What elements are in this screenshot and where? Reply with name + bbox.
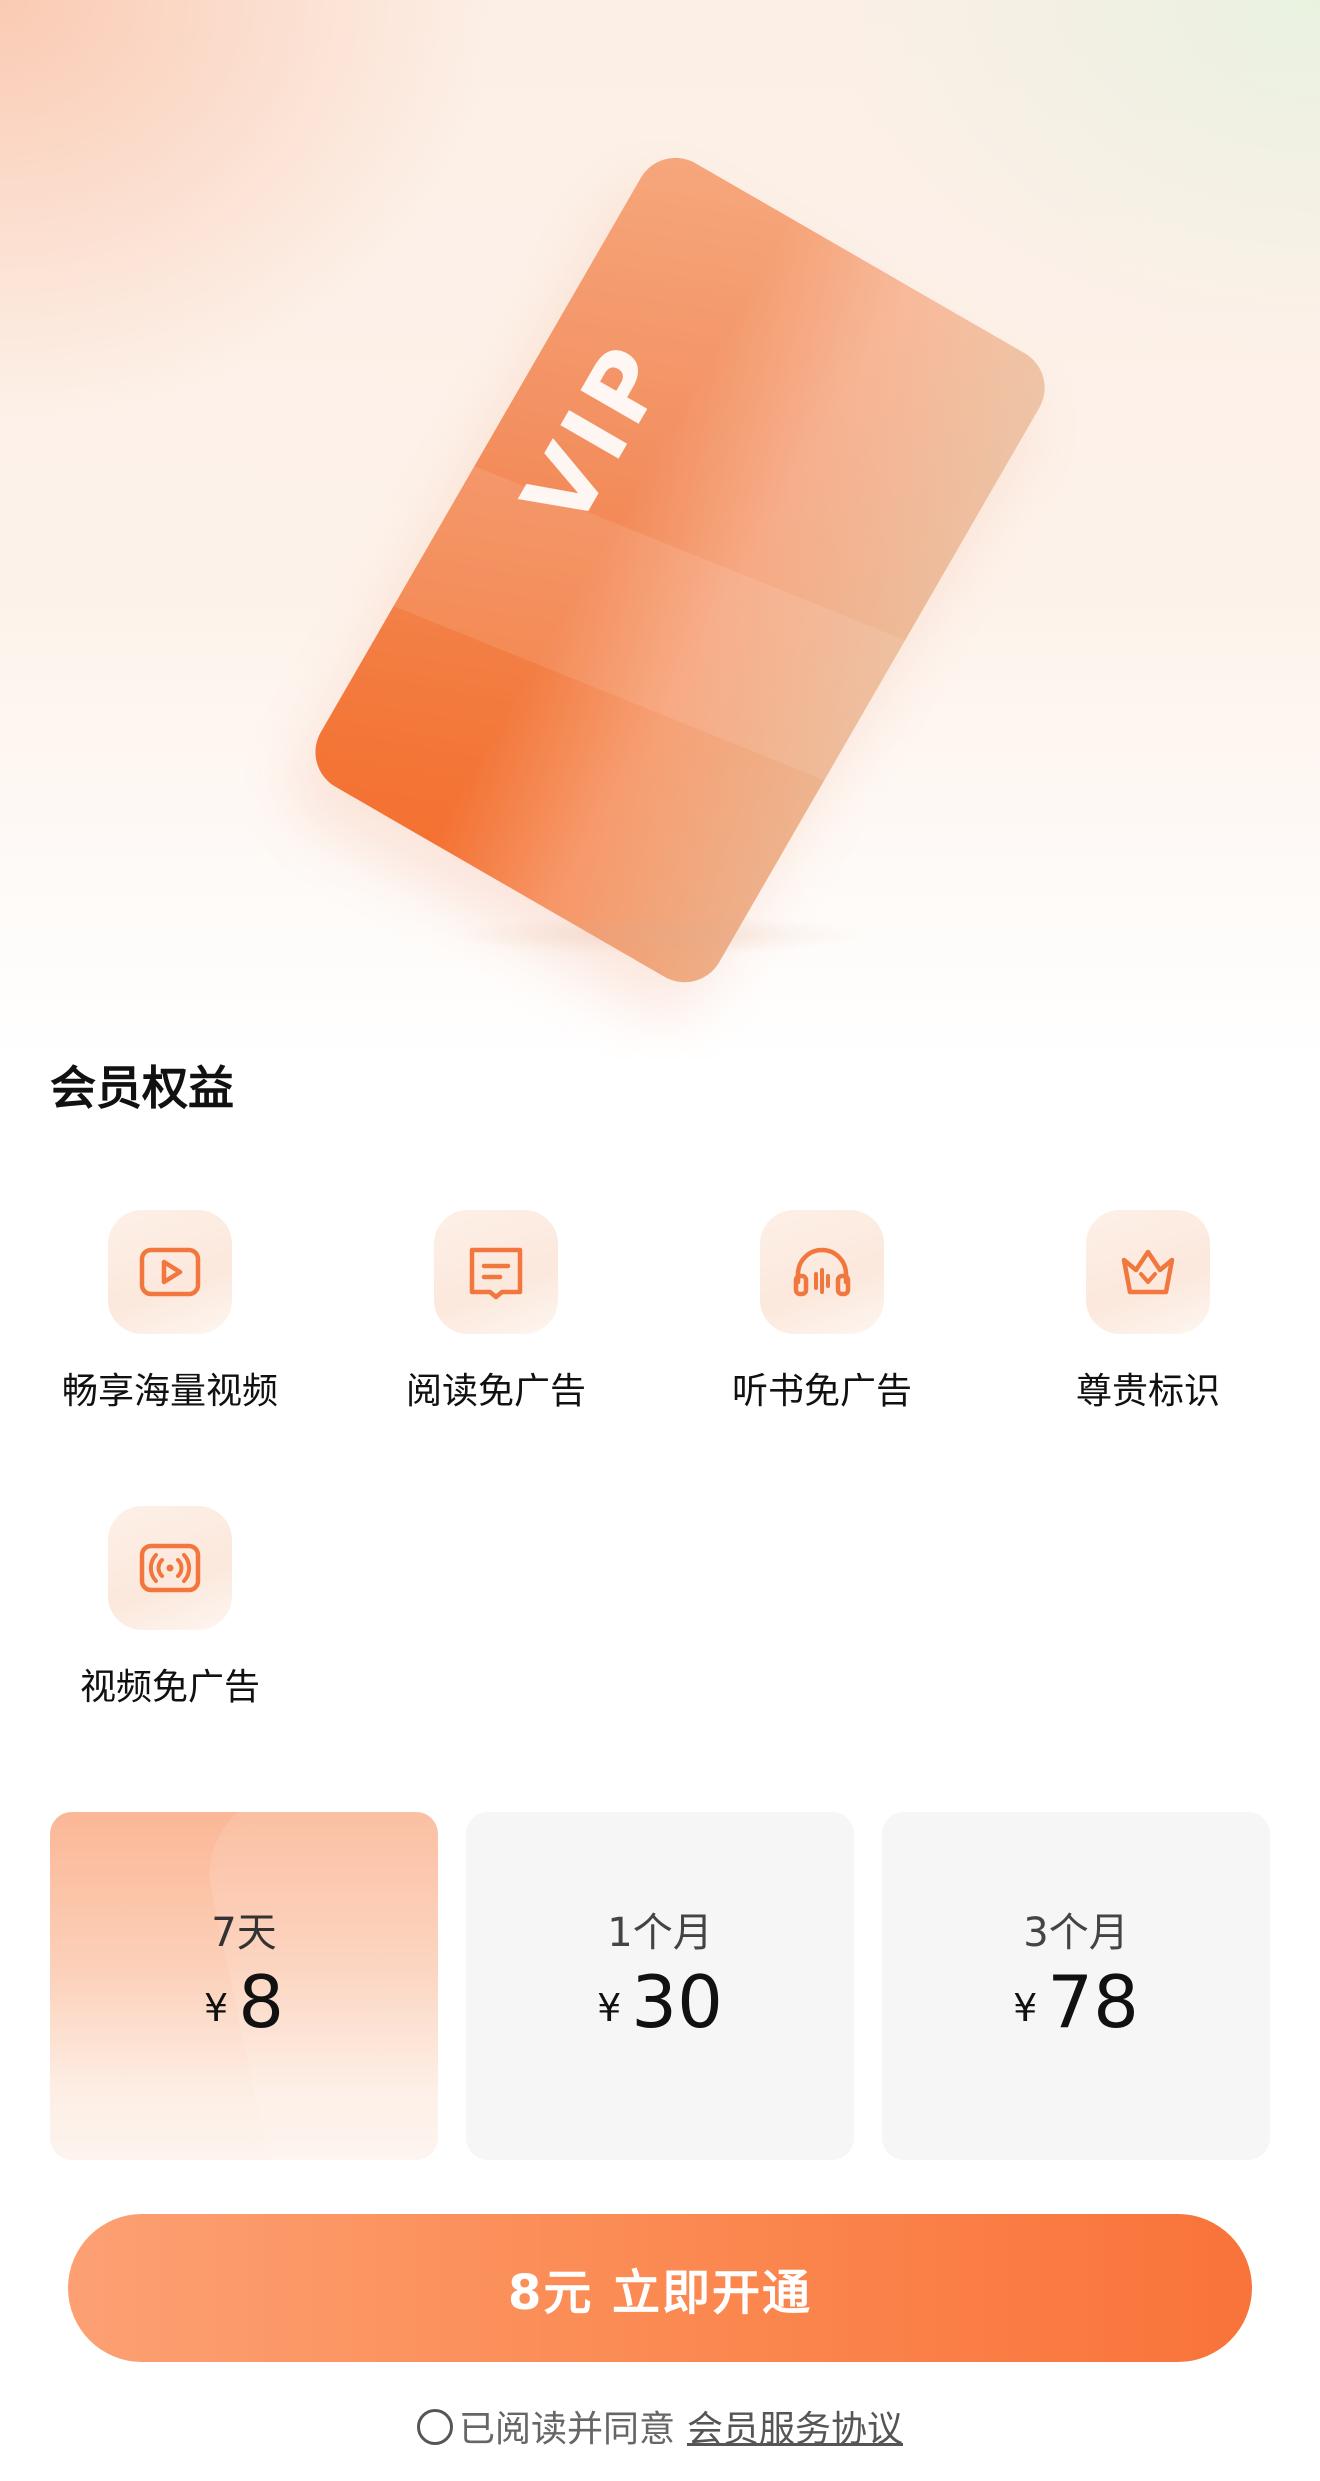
plan-card-1-month[interactable]: 1个月 ¥30 (466, 1812, 854, 2160)
benefit-label: 畅享海量视频 (61, 1371, 278, 1412)
benefit-label: 视频免广告 (79, 1667, 260, 1708)
benefit-icon-bg (1086, 1210, 1210, 1334)
play-icon (139, 1247, 201, 1297)
plan-period: 7天 (211, 1910, 277, 1956)
plan-card-3-months[interactable]: 3个月 ¥78 (882, 1812, 1270, 2160)
benefit-label: 尊贵标识 (1075, 1371, 1220, 1412)
broadcast-icon (139, 1543, 201, 1593)
benefit-item-video-ad-free: 视频免广告 (7, 1506, 333, 1726)
plan-price: ¥30 (466, 1960, 854, 2044)
benefit-label: 阅读免广告 (405, 1371, 586, 1412)
benefit-item-video: 畅享海量视频 (7, 1210, 333, 1430)
agreement-checkbox[interactable] (416, 2409, 453, 2445)
benefit-icon-bg (434, 1210, 558, 1334)
price-amount: 78 (1047, 1960, 1139, 2044)
crown-icon (1121, 1249, 1175, 1295)
plan-card-7-days[interactable]: 7天 ¥8 (50, 1812, 438, 2160)
benefit-item-audiobook: 听书免广告 (659, 1210, 985, 1430)
currency-symbol: ¥ (1013, 1986, 1038, 2030)
benefit-label: 听书免广告 (731, 1371, 912, 1412)
card-shadow (450, 915, 870, 955)
price-amount: 30 (631, 1960, 723, 2044)
plan-price: ¥78 (882, 1960, 1270, 2044)
vip-card-image: VIP (300, 143, 1060, 997)
currency-symbol: ¥ (204, 1986, 229, 2030)
benefit-item-reading: 阅读免广告 (333, 1210, 659, 1430)
plan-period: 1个月 (607, 1910, 713, 1956)
hero-banner: VIP (0, 0, 1320, 1060)
subscribe-button[interactable]: 8元 立即开通 (68, 2214, 1252, 2362)
service-agreement-link[interactable]: 会员服务协议 (687, 2409, 903, 2450)
headphones-icon (793, 1247, 851, 1297)
plan-period: 3个月 (1023, 1910, 1129, 1956)
currency-symbol: ¥ (597, 1986, 622, 2030)
benefit-icon-bg (108, 1210, 232, 1334)
price-amount: 8 (238, 1960, 284, 2044)
benefit-item-badge: 尊贵标识 (985, 1210, 1311, 1430)
benefit-icon-bg (108, 1506, 232, 1630)
benefit-icon-bg (760, 1210, 884, 1334)
agreement-row: 已阅读并同意 会员服务协议 (0, 2400, 1320, 2452)
agreement-text: 已阅读并同意 (458, 2409, 675, 2450)
plan-price: ¥8 (50, 1960, 438, 2044)
book-icon (469, 1247, 523, 1300)
benefits-title: 会员权益 (50, 1061, 234, 1115)
